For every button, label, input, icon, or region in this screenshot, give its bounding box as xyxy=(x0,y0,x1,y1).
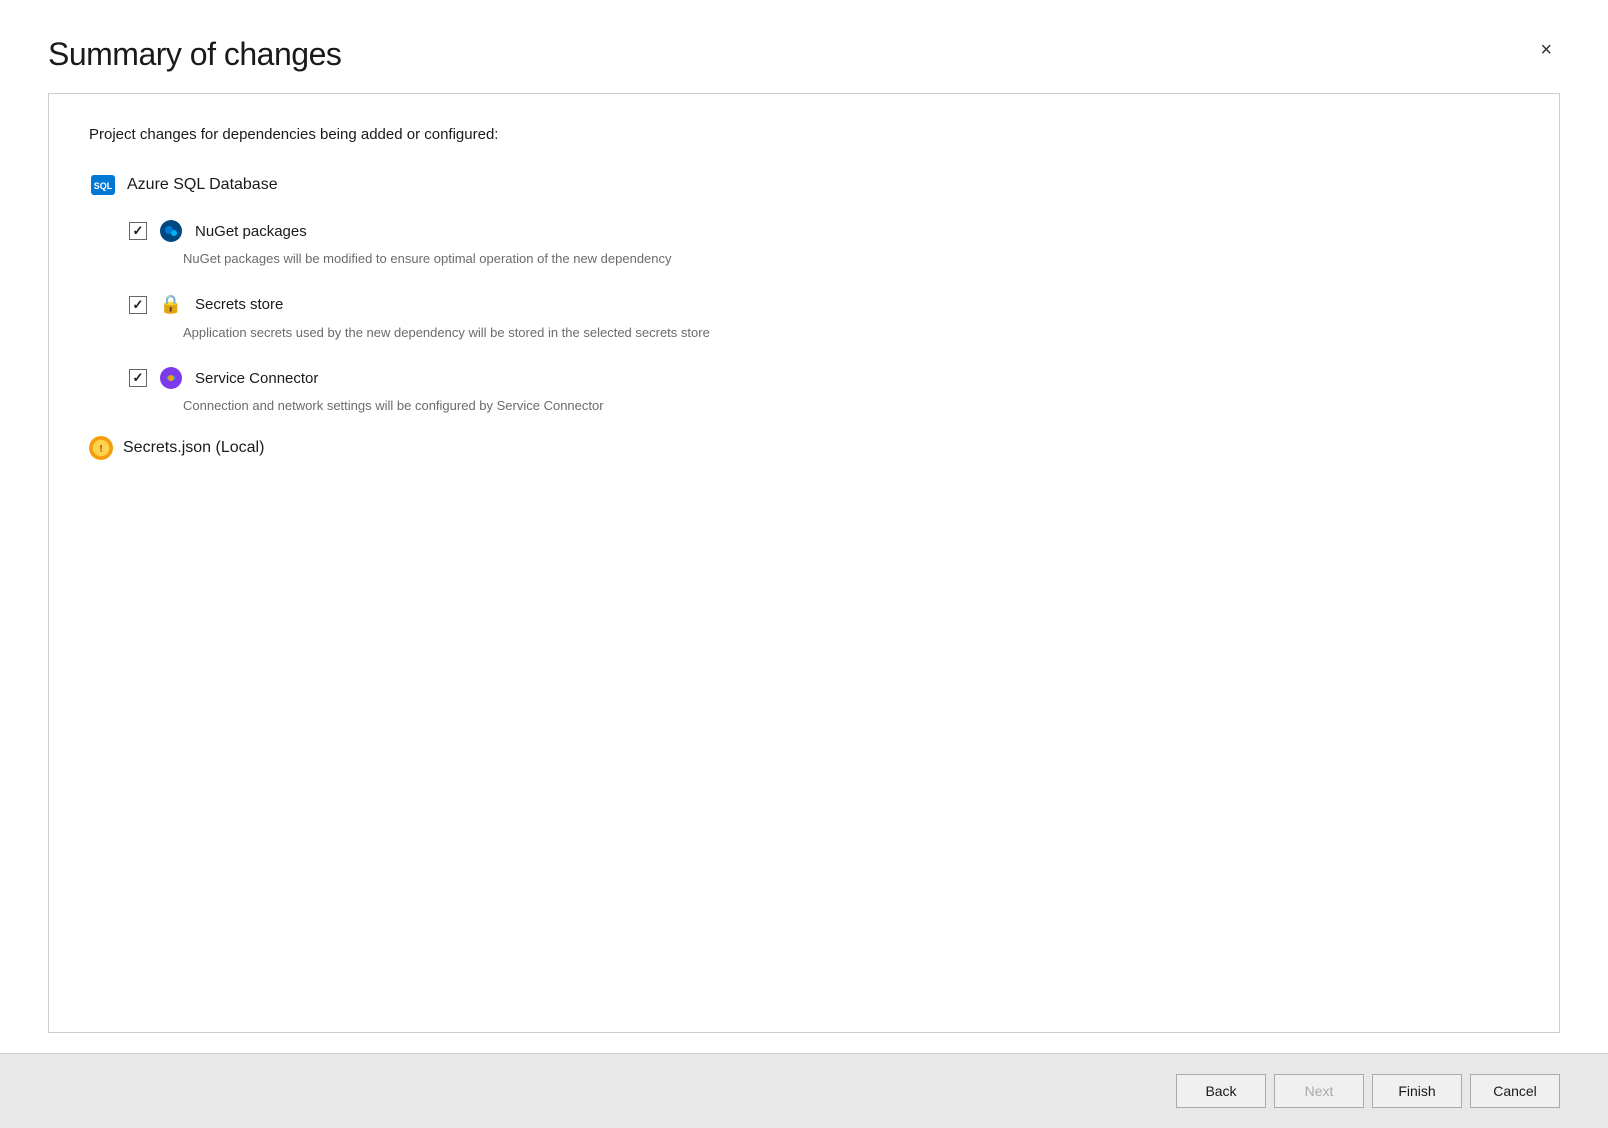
secrets-json-group: ! Secrets.json (Local) xyxy=(89,436,1519,460)
nuget-icon xyxy=(159,219,183,243)
nuget-description: NuGet packages will be modified to ensur… xyxy=(183,249,1519,269)
finish-button[interactable]: Finish xyxy=(1372,1074,1462,1108)
secrets-store-checkbox[interactable] xyxy=(129,296,147,314)
secrets-store-label: Secrets store xyxy=(195,296,283,313)
dependency-title: SQL Azure SQL Database xyxy=(89,171,1519,199)
footer: Back Next Finish Cancel xyxy=(0,1053,1608,1128)
title-bar: Summary of changes × xyxy=(0,0,1608,93)
dependency-group: SQL Azure SQL Database xyxy=(89,171,1519,416)
secrets-store-item-header: 🔒 Secrets store xyxy=(129,293,1519,317)
service-connector-label: Service Connector xyxy=(195,370,318,387)
nuget-checkbox[interactable] xyxy=(129,222,147,240)
svg-text:SQL: SQL xyxy=(94,181,113,191)
secrets-json-label: Secrets.json (Local) xyxy=(123,439,264,457)
project-changes-label: Project changes for dependencies being a… xyxy=(89,126,1519,143)
secrets-json-icon: ! xyxy=(89,436,113,460)
next-button[interactable]: Next xyxy=(1274,1074,1364,1108)
nuget-item-header: NuGet packages xyxy=(129,219,1519,243)
secrets-store-item-row: 🔒 Secrets store Application secrets used… xyxy=(129,293,1519,343)
back-button[interactable]: Back xyxy=(1176,1074,1266,1108)
service-connector-checkbox[interactable] xyxy=(129,369,147,387)
svg-text:!: ! xyxy=(99,443,102,453)
dialog-content: Project changes for dependencies being a… xyxy=(0,93,1608,1053)
azure-sql-icon: SQL xyxy=(89,171,117,199)
nuget-label: NuGet packages xyxy=(195,223,307,240)
service-connector-description: Connection and network settings will be … xyxy=(183,396,1519,416)
cancel-button[interactable]: Cancel xyxy=(1470,1074,1560,1108)
service-connector-item-row: Service Connector Connection and network… xyxy=(129,366,1519,416)
dialog: Summary of changes × Project changes for… xyxy=(0,0,1608,1128)
close-button[interactable]: × xyxy=(1532,36,1560,64)
secrets-store-description: Application secrets used by the new depe… xyxy=(183,323,1519,343)
service-connector-icon xyxy=(159,366,183,390)
lock-icon: 🔒 xyxy=(159,293,183,317)
dialog-title: Summary of changes xyxy=(48,36,341,73)
changes-box: Project changes for dependencies being a… xyxy=(48,93,1560,1033)
nuget-item-row: NuGet packages NuGet packages will be mo… xyxy=(129,219,1519,269)
dependency-title-text: Azure SQL Database xyxy=(127,176,278,194)
items-list: NuGet packages NuGet packages will be mo… xyxy=(129,219,1519,416)
service-connector-item-header: Service Connector xyxy=(129,366,1519,390)
